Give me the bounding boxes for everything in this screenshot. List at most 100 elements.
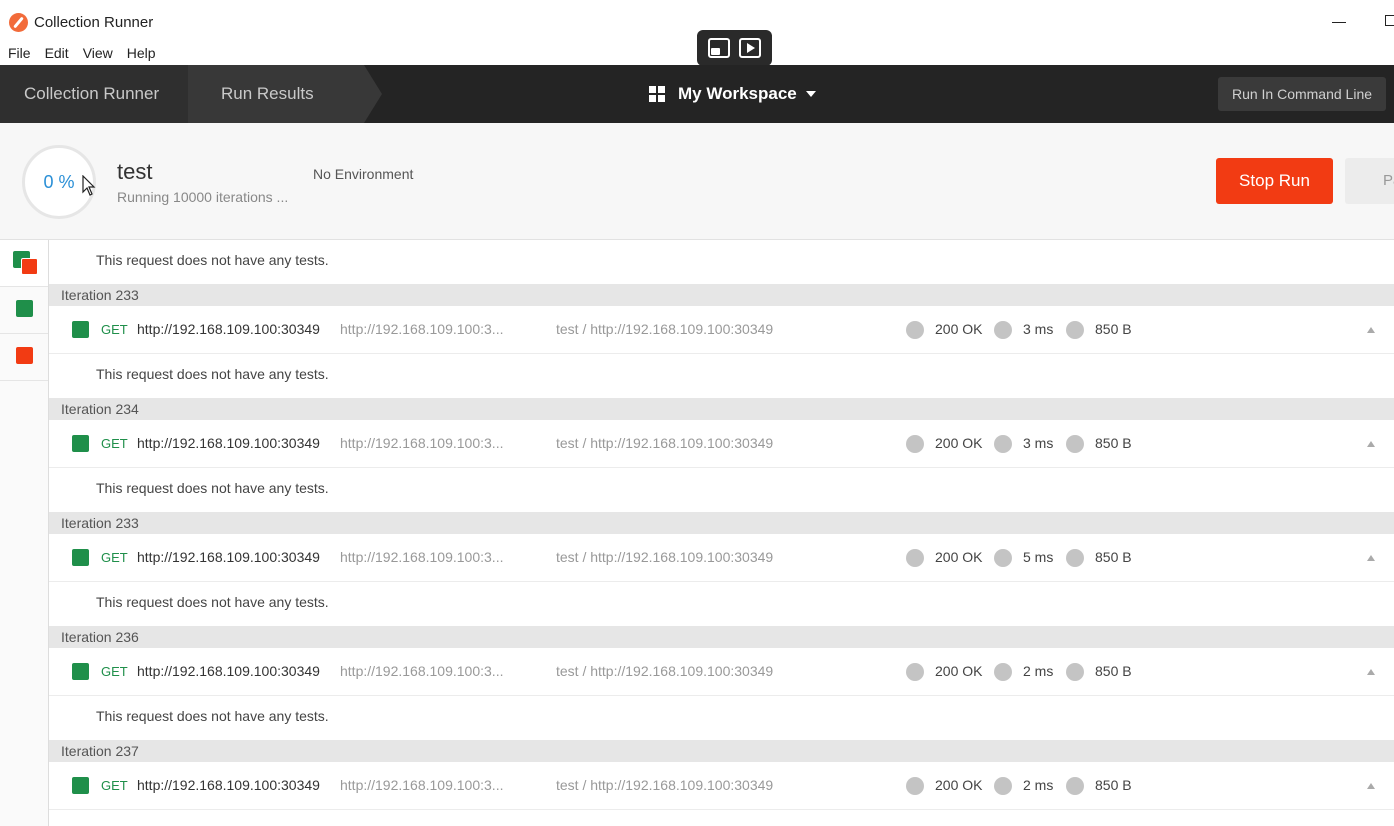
filter-failed[interactable] [0,334,48,381]
stop-run-button[interactable]: Stop Run [1216,158,1333,204]
picture-in-picture-icon[interactable] [707,38,730,58]
response-size: 850 B [1095,321,1132,337]
request-row[interactable]: GET http://192.168.109.100:30349 http://… [49,648,1394,696]
no-tests-message: This request does not have any tests. [49,468,1394,512]
breadcrumb-collection-runner[interactable]: Collection Runner [0,65,206,123]
collapse-caret-icon[interactable] [1367,555,1375,561]
request-url: http://192.168.109.100:3... [340,549,504,565]
no-tests-message: This request does not have any tests. [49,696,1394,740]
collapse-caret-icon[interactable] [1367,783,1375,789]
request-name: http://192.168.109.100:30349 [137,435,320,451]
request-method: GET [101,436,128,451]
breadcrumb-run-results[interactable]: Run Results [188,65,382,123]
response-size: 850 B [1095,549,1132,565]
size-dot-icon [1066,663,1084,681]
request-url: http://192.168.109.100:3... [340,663,504,679]
environment-label: No Environment [313,166,414,182]
iteration-block: Iteration 233 GET http://192.168.109.100… [49,512,1394,626]
request-name: http://192.168.109.100:30349 [137,549,320,565]
request-method: GET [101,664,128,679]
iteration-header: Iteration 237 [49,740,1394,762]
response-time: 3 ms [1023,321,1054,337]
time-dot-icon [994,663,1012,681]
run-status-text: Running 10000 iterations ... [117,189,289,205]
pass-square-icon [72,663,89,680]
pass-square-icon [72,321,89,338]
request-url: http://192.168.109.100:3... [340,777,504,793]
response-status: 200 OK [935,435,983,451]
filter-passed[interactable] [0,287,48,334]
status-dot-icon [906,435,924,453]
request-row[interactable]: GET http://192.168.109.100:30349 http://… [49,762,1394,810]
no-tests-message: This request does not have any tests. [49,354,1394,398]
request-row[interactable]: GET http://192.168.109.100:30349 http://… [49,534,1394,582]
iteration-block: Iteration 236 GET http://192.168.109.100… [49,626,1394,740]
request-name: http://192.168.109.100:30349 [137,321,320,337]
fail-square-icon [21,258,38,275]
iteration-header: Iteration 236 [49,626,1394,648]
menu-help[interactable]: Help [120,42,163,64]
collapse-caret-icon[interactable] [1367,441,1375,447]
overlay-toolbar [697,30,772,66]
result-filter-sidebar [0,240,49,826]
fail-square-icon [16,347,33,364]
iteration-header: Iteration 234 [49,398,1394,420]
collapse-caret-icon[interactable] [1367,669,1375,675]
time-dot-icon [994,321,1012,339]
response-size: 850 B [1095,435,1132,451]
request-method: GET [101,778,128,793]
maximize-icon[interactable] [1385,15,1394,26]
request-name: http://192.168.109.100:30349 [137,777,320,793]
time-dot-icon [994,435,1012,453]
request-row[interactable]: GET http://192.168.109.100:30349 http://… [49,420,1394,468]
size-dot-icon [1066,321,1084,339]
postman-logo-icon [9,13,28,32]
minimize-icon[interactable] [1332,10,1348,28]
caret-down-icon [805,91,816,97]
menu-edit[interactable]: Edit [38,42,76,64]
request-path: test / http://192.168.109.100:30349 [556,321,774,337]
run-summary: 0 % test Running 10000 iterations ... No… [0,123,1394,240]
status-dot-icon [906,549,924,567]
workspace-label: My Workspace [678,84,797,103]
response-time: 2 ms [1023,663,1054,679]
filter-all-results[interactable] [0,240,48,287]
run-in-command-line-button[interactable]: Run In Command Line [1218,77,1386,111]
status-dot-icon [906,777,924,795]
workspace-selector[interactable]: My Workspace [649,65,816,123]
iteration-header: Iteration 233 [49,512,1394,534]
pause-button[interactable]: Pa [1345,158,1394,204]
response-status: 200 OK [935,549,983,565]
video-play-icon[interactable] [739,38,762,58]
response-status: 200 OK [935,321,983,337]
iteration-block: Iteration 237 GET http://192.168.109.100… [49,740,1394,810]
response-time: 5 ms [1023,549,1054,565]
window-title: Collection Runner [34,14,154,31]
request-row[interactable]: GET http://192.168.109.100:30349 http://… [49,306,1394,354]
request-path: test / http://192.168.109.100:30349 [556,549,774,565]
collapse-caret-icon[interactable] [1367,327,1375,333]
response-size: 850 B [1095,777,1132,793]
request-url: http://192.168.109.100:3... [340,435,504,451]
request-url: http://192.168.109.100:3... [340,321,504,337]
request-path: test / http://192.168.109.100:30349 [556,663,774,679]
no-tests-message: This request does not have any tests. [49,240,1394,284]
size-dot-icon [1066,435,1084,453]
request-path: test / http://192.168.109.100:30349 [556,777,774,793]
iteration-block: Iteration 233 GET http://192.168.109.100… [49,284,1394,398]
request-method: GET [101,550,128,565]
time-dot-icon [994,777,1012,795]
size-dot-icon [1066,549,1084,567]
no-tests-message: This request does not have any tests. [49,582,1394,626]
menu-view[interactable]: View [76,42,120,64]
response-time: 2 ms [1023,777,1054,793]
pass-square-icon [72,777,89,794]
pass-square-icon [72,549,89,566]
iteration-block: Iteration 234 GET http://192.168.109.100… [49,398,1394,512]
pass-square-icon [72,435,89,452]
response-time: 3 ms [1023,435,1054,451]
app-header: Collection Runner Run Results My Workspa… [0,65,1394,123]
workspace-grid-icon [649,86,665,102]
menu-file[interactable]: File [0,42,38,64]
menu-bar: File Edit View Help [0,42,163,64]
